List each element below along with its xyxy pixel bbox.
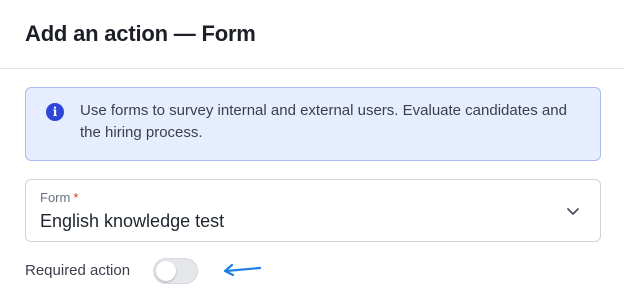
- required-action-toggle[interactable]: [153, 258, 198, 284]
- arrow-left-icon: [223, 263, 262, 277]
- required-asterisk: *: [73, 190, 79, 205]
- info-banner-text: Use forms to survey internal and externa…: [80, 102, 567, 141]
- form-select-value: English knowledge test: [40, 211, 225, 231]
- info-icon: i: [46, 103, 64, 121]
- form-select[interactable]: Form * English knowledge test: [25, 179, 601, 242]
- form-select-label: Form *: [40, 190, 78, 206]
- toggle-knob: [156, 261, 176, 281]
- dialog-header: Add an action — Form: [0, 0, 624, 69]
- dialog-title: Add an action — Form: [25, 21, 256, 46]
- required-action-row: Required action: [25, 256, 325, 286]
- info-banner: i Use forms to survey internal and exter…: [25, 87, 601, 161]
- chevron-down-icon[interactable]: [566, 204, 580, 218]
- required-action-label: Required action: [25, 262, 131, 279]
- form-label-text: Form: [40, 190, 71, 205]
